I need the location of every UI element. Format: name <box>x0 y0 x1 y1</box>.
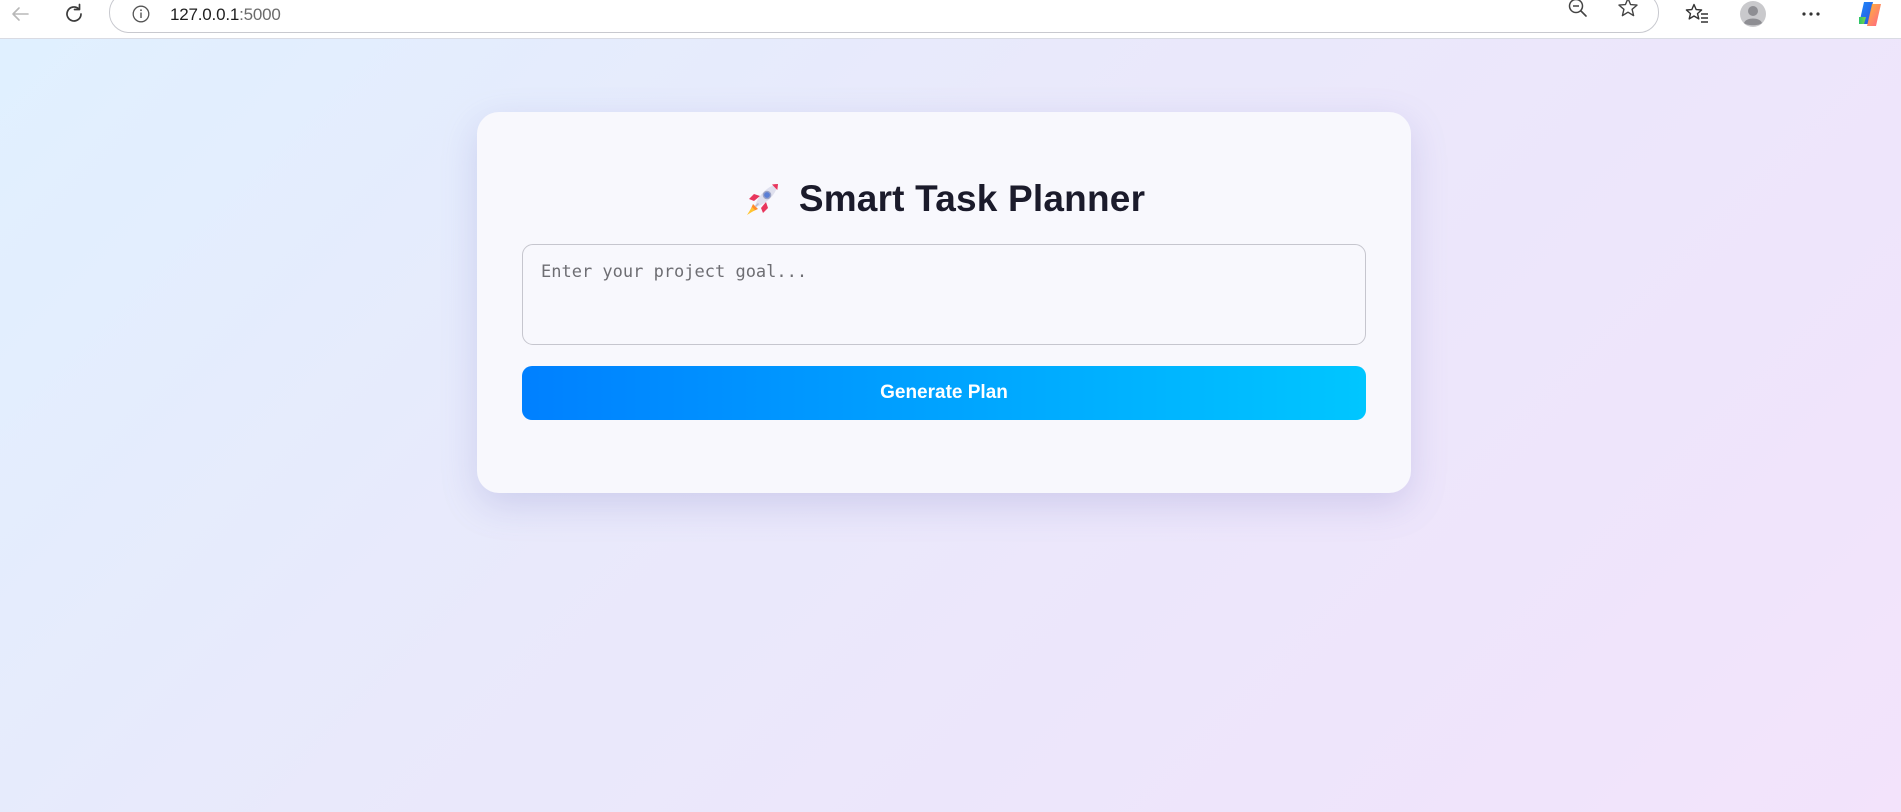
site-info-icon[interactable] <box>132 5 150 23</box>
profile-icon[interactable] <box>1738 0 1768 30</box>
star-icon[interactable] <box>1615 0 1641 21</box>
copilot-icon[interactable] <box>1854 0 1886 28</box>
rocket-icon <box>743 179 783 219</box>
more-icon[interactable] <box>1796 0 1826 28</box>
reload-icon[interactable] <box>60 0 88 27</box>
address-bar[interactable]: 127.0.0.1:5000 <box>109 0 1659 33</box>
project-goal-input[interactable] <box>522 244 1366 345</box>
page-background: Smart Task Planner Generate Plan <box>0 39 1901 812</box>
back-icon[interactable] <box>6 0 34 27</box>
url-text[interactable]: 127.0.0.1:5000 <box>170 5 281 25</box>
favorites-icon[interactable] <box>1683 0 1711 28</box>
page-title: Smart Task Planner <box>798 178 1146 219</box>
url-host: 127.0.0.1 <box>170 5 240 24</box>
generate-plan-button[interactable]: Generate Plan <box>522 366 1366 420</box>
browser-toolbar: 127.0.0.1:5000 <box>0 0 1901 39</box>
zoom-out-icon[interactable] <box>1565 0 1591 21</box>
title-row: Smart Task Planner <box>477 178 1411 220</box>
planner-card: Smart Task Planner Generate Plan <box>477 112 1411 493</box>
url-port: :5000 <box>239 5 281 24</box>
